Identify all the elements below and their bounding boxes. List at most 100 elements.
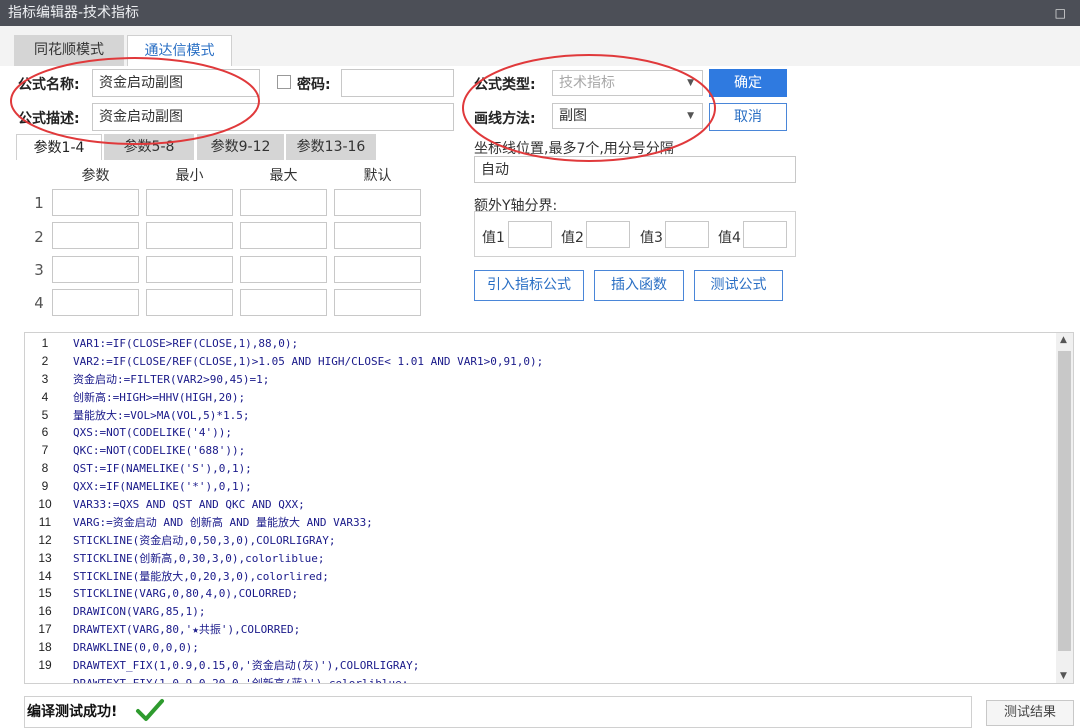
tab-tdx-mode[interactable]: 通达信模式	[127, 35, 232, 66]
code-line-text: QXS:=NOT(CODELIKE('4'));	[73, 426, 232, 440]
code-line: 2 VAR2:=IF(CLOSE/REF(CLOSE,1)>1.05 AND HI…	[25, 353, 544, 371]
code-line: 12 STICKLINE(资金启动,0,50,3,0),COLORLIGRAY;	[25, 532, 543, 550]
code-line-number: 2	[41, 353, 49, 368]
code-line: 3 资金启动:=FILTER(VAR2>90,45)=1;	[25, 371, 543, 389]
code-line-text: STICKLINE(资金启动,0,50,3,0),COLORLIGRAY;	[73, 533, 336, 547]
param-2-max-input[interactable]	[240, 222, 327, 249]
param-2-default-input[interactable]	[334, 222, 421, 249]
code-line-text: DRAWKLINE(0,0,0,0);	[73, 641, 199, 655]
code-line: 19 DRAWTEXT_FIX(1,0.9,0.15,0,'资金启动(灰)'),C…	[25, 657, 543, 675]
param-1-default-input[interactable]	[334, 189, 421, 216]
code-line-number: 10	[38, 497, 52, 512]
ok-button[interactable]: 确定	[709, 69, 787, 97]
test-result-button[interactable]: 测试结果	[986, 700, 1074, 726]
coord-lines-input[interactable]: 自动	[474, 156, 796, 183]
extra-y-4-label: 值4	[718, 230, 741, 246]
param-1-min-input[interactable]	[146, 189, 233, 216]
param-2-min-input[interactable]	[146, 222, 233, 249]
code-line: 6 QXS:=NOT(CODELIKE('4'));	[25, 424, 543, 442]
formula-name-label: 公式名称:	[18, 77, 80, 93]
formula-type-select[interactable]: 技术指标 ▼	[552, 70, 703, 96]
tab-params-9-12[interactable]: 参数9-12	[197, 134, 284, 160]
status-message: 编译测试成功!	[27, 704, 118, 720]
code-line: 1 VAR1:=IF(CLOSE>REF(CLOSE,1),88,0);	[25, 335, 543, 353]
code-line-number: 9	[41, 479, 49, 494]
code-line: 13 STICKLINE(创新高,0,30,3,0),colorliblue;	[25, 550, 543, 568]
password-input[interactable]	[341, 69, 454, 97]
formula-type-value: 技术指标	[559, 75, 615, 91]
formula-name-input[interactable]: 资金启动副图	[92, 69, 260, 97]
code-line: 15 STICKLINE(VARG,0,80,4,0),COLORRED;	[25, 585, 543, 603]
code-line: 8 QST:=IF(NAMELIKE('S'),0,1);	[25, 460, 543, 478]
extra-y-4-input[interactable]	[743, 221, 787, 248]
extra-y-1-label: 值1	[482, 230, 505, 246]
code-line-number: 8	[41, 461, 49, 476]
code-line-number: 13	[38, 550, 52, 565]
code-line-text: DRAWTEXT_FIX(1,0.9,0.15,0,'资金启动(灰)'),COL…	[73, 659, 420, 673]
param-header-max: 最大	[269, 168, 298, 184]
param-4-name-input[interactable]	[52, 289, 139, 316]
code-line-text: QKC:=NOT(CODELIKE('688'));	[73, 444, 246, 458]
code-line: 18 DRAWKLINE(0,0,0,0);	[25, 639, 543, 657]
test-formula-button[interactable]: 测试公式	[694, 270, 783, 301]
restore-icon[interactable]: □	[1055, 0, 1066, 26]
param-1-name-input[interactable]	[52, 189, 139, 216]
insert-function-button[interactable]: 插入函数	[594, 270, 684, 301]
cancel-button[interactable]: 取消	[709, 103, 787, 131]
code-line: 17 DRAWTEXT(VARG,80,'★共振'),COLORRED;	[25, 621, 543, 639]
mode-tab-bar: 同花顺模式 通达信模式	[0, 26, 1080, 66]
param-1-max-input[interactable]	[240, 189, 327, 216]
vertical-scrollbar[interactable]: ▲ ▼	[1056, 333, 1073, 683]
draw-method-select[interactable]: 副图 ▼	[552, 103, 703, 129]
code-line-text: STICKLINE(创新高,0,30,3,0),colorliblue;	[73, 551, 325, 565]
param-header-min: 最小	[175, 168, 204, 184]
code-line-text: VAR1:=IF(CLOSE>REF(CLOSE,1),88,0);	[73, 337, 299, 350]
code-line-text: 量能放大:=VOL>MA(VOL,5)*1.5;	[73, 408, 250, 422]
code-line-number: 17	[38, 622, 52, 637]
param-3-min-input[interactable]	[146, 256, 233, 283]
param-4-min-input[interactable]	[146, 289, 233, 316]
code-line-number: 14	[38, 568, 52, 583]
code-line-number: 15	[38, 586, 52, 601]
code-line-text: VAR33:=QXS AND QST AND QKC AND QXX;	[73, 498, 305, 512]
formula-desc-input[interactable]: 资金启动副图	[92, 103, 454, 131]
code-line-number: 18	[38, 640, 52, 655]
scrollbar-thumb[interactable]	[1058, 351, 1071, 651]
extra-y-3-input[interactable]	[665, 221, 709, 248]
chevron-down-icon: ▼	[687, 78, 694, 88]
code-line-number: 3	[41, 371, 49, 386]
import-formula-button[interactable]: 引入指标公式	[474, 270, 584, 301]
param-3-name-input[interactable]	[52, 256, 139, 283]
code-line-text: DRAWTEXT(VARG,80,'★共振'),COLORRED;	[73, 623, 301, 637]
code-line-text: QXX:=IF(NAMELIKE('*'),0,1);	[73, 480, 252, 494]
status-output: 编译测试成功!	[24, 696, 972, 728]
tab-params-5-8[interactable]: 参数5-8	[104, 134, 194, 160]
extra-y-1-input[interactable]	[508, 221, 552, 248]
param-4-default-input[interactable]	[334, 289, 421, 316]
window-titlebar: 指标编辑器-技术指标 □	[0, 0, 1080, 26]
code-line-number: 19	[38, 658, 52, 673]
param-header-name: 参数	[81, 168, 110, 184]
param-3-max-input[interactable]	[240, 256, 327, 283]
code-line: DRAWTEXT_FIX(1,0.9,0.20,0,'创新高(蓝)'),colo…	[25, 675, 543, 683]
param-4-max-input[interactable]	[240, 289, 327, 316]
param-3-default-input[interactable]	[334, 256, 421, 283]
password-checkbox[interactable]	[277, 75, 291, 89]
code-line-text: VARG:=资金启动 AND 创新高 AND 量能放大 AND VAR33;	[73, 515, 373, 529]
tab-params-1-4[interactable]: 参数1-4	[16, 134, 102, 160]
code-line-number: 1	[41, 336, 49, 350]
code-line-number: 4	[41, 389, 49, 404]
code-editor[interactable]: 1 VAR1:=IF(CLOSE>REF(CLOSE,1),88,0); 2 VAR2…	[24, 332, 1074, 684]
code-line-number: 11	[38, 514, 52, 529]
param-2-name-input[interactable]	[52, 222, 139, 249]
code-line: 7 QKC:=NOT(CODELIKE('688'));	[25, 442, 543, 460]
extra-y-2-input[interactable]	[586, 221, 630, 248]
formula-type-label: 公式类型:	[474, 77, 536, 93]
extra-y-2-label: 值2	[561, 230, 584, 246]
password-label: 密码:	[297, 77, 331, 93]
scroll-down-icon[interactable]: ▼	[1060, 671, 1067, 681]
tab-params-13-16[interactable]: 参数13-16	[286, 134, 376, 160]
code-line-number: 12	[38, 532, 52, 547]
scroll-up-icon[interactable]: ▲	[1060, 335, 1067, 345]
tab-ths-mode[interactable]: 同花顺模式	[14, 35, 124, 66]
